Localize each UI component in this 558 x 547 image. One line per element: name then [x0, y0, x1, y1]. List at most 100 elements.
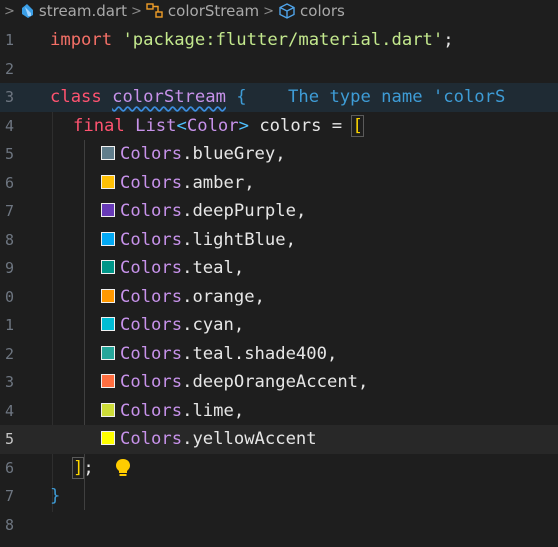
close-brace: } [50, 486, 61, 506]
type-color: Color [186, 115, 239, 136]
color-member: lightBlue [192, 229, 286, 250]
code-line-11[interactable]: 1 Colors.cyan, [0, 311, 558, 340]
code-line-8[interactable]: 8 Colors.lightBlue, [0, 226, 558, 255]
colors-class: Colors [120, 144, 183, 164]
color-swatch[interactable] [101, 317, 115, 331]
color-swatch[interactable] [101, 231, 115, 246]
color-member: amber [192, 172, 245, 193]
code-line-14[interactable]: 4 Colors.lime, [0, 397, 558, 426]
dot: . [182, 429, 193, 449]
identifier-colors: colors = [248, 115, 353, 136]
code-text: Colors.amber, [101, 169, 255, 198]
code-line-7[interactable]: 7 Colors.deepPurple, [0, 197, 558, 226]
code-line-12[interactable]: 2 Colors.teal.shade400, [0, 340, 558, 369]
angle-close: > [238, 115, 249, 136]
line-number: 7 [4, 202, 14, 220]
color-swatch[interactable] [101, 345, 115, 360]
colors-class: Colors [120, 172, 183, 193]
dot: . [182, 144, 193, 164]
code-line-15[interactable]: 5 Colors.yellowAccent [0, 425, 558, 476]
line-number: 8 [4, 515, 14, 534]
code-text: Colors.cyan, [101, 311, 244, 340]
line-number: 5 [4, 430, 14, 448]
color-member: cyan [192, 315, 234, 335]
code-text: } [50, 482, 60, 511]
dart-file-icon [21, 4, 33, 18]
color-swatch[interactable] [101, 146, 115, 160]
breadcrumb-field[interactable]: colors [278, 2, 345, 20]
code-line-6[interactable]: 6 Colors.amber, [0, 169, 558, 198]
code-line-5[interactable]: 5 Colors.blueGrey, [0, 140, 558, 169]
code-text: Colors.lime, [101, 397, 244, 426]
color-member: orange [192, 286, 255, 307]
comma: , [254, 286, 265, 307]
line-number: 4 [4, 116, 14, 135]
code-editor[interactable]: 1 import 'package:flutter/material.dart'… [0, 26, 558, 539]
breadcrumb-class[interactable]: colorStream [146, 2, 259, 20]
color-swatch[interactable] [101, 402, 115, 417]
breadcrumb-class-label: colorStream [167, 2, 260, 20]
open-brace: { [236, 87, 247, 107]
close-bracket: ] [71, 456, 85, 479]
code-line-10[interactable]: 0 Colors.orange, [0, 283, 558, 312]
code-line-2[interactable]: 2 [0, 55, 558, 84]
colors-class: Colors [120, 429, 183, 449]
code-text: Colors.deepPurple, [101, 197, 306, 226]
code-text: final List<Color> colors = [ [73, 112, 364, 141]
color-member: deepPurple [192, 201, 296, 221]
code-line-1[interactable]: 1 import 'package:flutter/material.dart'… [0, 26, 558, 55]
type-list: List [135, 115, 177, 136]
semicolon: ; [443, 30, 454, 50]
code-text: Colors.blueGrey, [101, 140, 286, 169]
color-swatch[interactable] [101, 174, 115, 189]
line-number: 8 [4, 230, 14, 249]
lint-hint[interactable]: The type name 'colorS [247, 87, 505, 107]
colors-class: Colors [120, 258, 183, 278]
comma: , [285, 229, 296, 250]
dot: . [182, 315, 193, 335]
line-number: 3 [4, 88, 14, 106]
color-swatch[interactable] [101, 374, 115, 388]
colors-class: Colors [120, 229, 183, 250]
code-line-3[interactable]: 3 class colorStream { The type name 'col… [0, 83, 558, 112]
color-swatch[interactable] [101, 260, 115, 274]
line-number: 2 [4, 59, 14, 78]
comma: , [233, 315, 245, 335]
breadcrumb-file-label: stream.dart [38, 2, 128, 20]
dot: . [182, 400, 193, 421]
line-number: 5 [4, 145, 14, 163]
code-line-13[interactable]: 3 Colors.deepOrangeAccent, [0, 368, 558, 397]
class-name[interactable]: colorStream [112, 87, 226, 107]
semicolon: ; [83, 457, 94, 478]
line-number: 9 [4, 259, 14, 277]
code-text: Colors.teal, [101, 254, 244, 283]
colors-class: Colors [120, 201, 183, 221]
code-line-4[interactable]: 4 final List<Color> colors = [ [0, 112, 558, 141]
line-number: 0 [4, 287, 14, 306]
color-member: blueGrey [192, 144, 276, 164]
breadcrumb-file[interactable]: stream.dart [19, 2, 127, 20]
code-line-16[interactable]: 6 ]; [0, 454, 558, 483]
angle-open: < [176, 115, 187, 136]
code-text: Colors.yellowAccent [101, 425, 317, 454]
comma: , [326, 343, 338, 364]
comma: , [275, 144, 286, 164]
code-line-9[interactable]: 9 Colors.teal, [0, 254, 558, 283]
open-bracket: [ [351, 114, 364, 137]
code-text: Colors.lightBlue, [101, 226, 296, 255]
line-number: 6 [4, 458, 14, 477]
color-swatch[interactable] [101, 203, 115, 217]
chevron-right-icon: > [263, 3, 275, 19]
dot: . [182, 172, 193, 193]
color-swatch[interactable] [101, 431, 115, 445]
code-line-18[interactable]: 8 [0, 511, 558, 540]
dot: . [182, 286, 193, 307]
colors-class: Colors [120, 315, 183, 335]
color-member: yellowAccent [192, 429, 317, 449]
color-swatch[interactable] [101, 288, 115, 303]
code-line-17[interactable]: 7 } [0, 482, 558, 511]
